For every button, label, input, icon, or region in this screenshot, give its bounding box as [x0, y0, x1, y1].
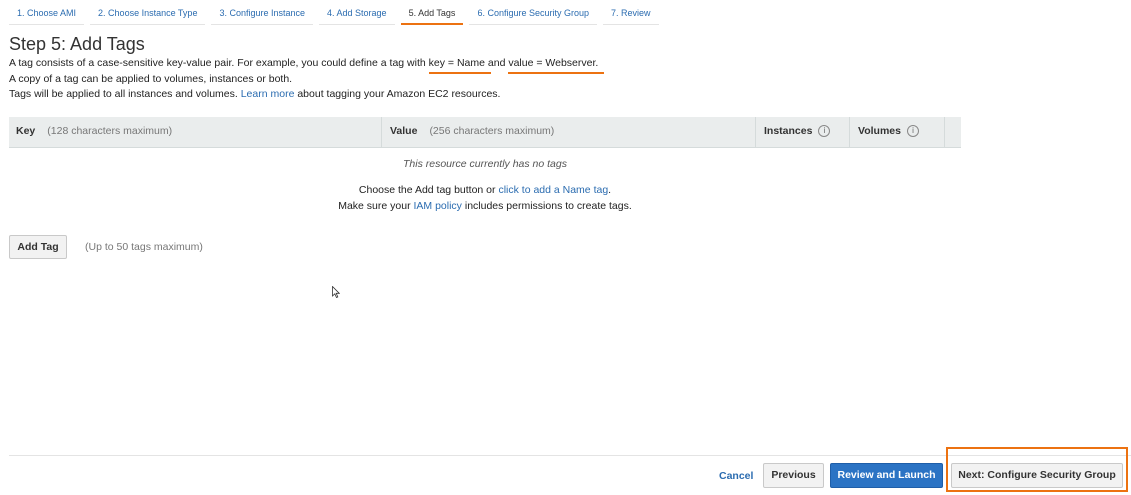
value-column-header: Value (256 characters maximum) [381, 117, 554, 147]
key-column-header: Key (128 characters maximum) [16, 117, 172, 147]
empty-state-title: This resource currently has no tags [403, 158, 567, 170]
instances-column-header: Instances i [755, 117, 831, 147]
empty-state-line: Choose the Add tag button or click to ad… [9, 184, 961, 196]
desc-text: about tagging your Amazon EC2 resources. [294, 88, 501, 100]
step-add-tags[interactable]: 5. Add Tags [400, 0, 464, 25]
step-choose-ami[interactable]: 1. Choose AMI [9, 0, 85, 25]
step-add-storage[interactable]: 4. Add Storage [319, 0, 395, 25]
add-name-tag-link[interactable]: click to add a Name tag [498, 184, 608, 196]
desc-text: and [484, 57, 509, 69]
step-review[interactable]: 7. Review [603, 0, 659, 25]
add-tag-hint: (Up to 50 tags maximum) [85, 241, 203, 253]
volumes-column-header: Volumes i [849, 117, 919, 147]
desc-key-example: key = Name [428, 57, 485, 69]
desc-text: A tag consists of a case-sensitive key-v… [9, 57, 429, 69]
review-and-launch-button[interactable]: Review and Launch [830, 463, 943, 488]
tags-table-header: Key (128 characters maximum) Value (256 ch… [9, 117, 961, 148]
page-description: A tag consists of a case-sensitive key-v… [9, 56, 598, 103]
empty-state-text: Choose the Add tag button or [358, 184, 499, 196]
iam-policy-link[interactable]: IAM policy [414, 200, 462, 212]
empty-state-text: includes permissions to create tags. [461, 200, 632, 212]
empty-state-text: Make sure your [338, 200, 414, 212]
key-header-label: Key [16, 125, 36, 137]
key-header-hint: (128 characters maximum) [47, 125, 173, 137]
learn-more-link[interactable]: Learn more [241, 88, 295, 100]
volumes-header-label: Volumes [858, 125, 901, 137]
cancel-link[interactable]: Cancel [719, 470, 753, 482]
empty-state-text: . [608, 184, 612, 196]
info-icon[interactable]: i [818, 125, 831, 138]
page-title: Step 5: Add Tags [9, 34, 145, 54]
desc-value-example: value = Webserver. [508, 57, 599, 69]
step-configure-instance[interactable]: 3. Configure Instance [211, 0, 314, 25]
previous-button[interactable]: Previous [763, 463, 824, 488]
wizard-steps: 1. Choose AMI 2. Choose Instance Type 3.… [9, 0, 665, 25]
info-icon[interactable]: i [906, 125, 919, 138]
step-choose-instance-type[interactable]: 2. Choose Instance Type [90, 0, 206, 25]
column-divider [944, 117, 945, 147]
empty-state-line: Make sure your IAM policy includes permi… [9, 200, 961, 212]
next-button-highlight [946, 447, 1128, 492]
value-header-label: Value [390, 125, 418, 137]
instances-header-label: Instances [764, 125, 813, 137]
desc-text: Tags will be applied to all instances an… [9, 88, 241, 100]
value-header-hint: (256 characters maximum) [429, 125, 555, 137]
mouse-pointer-icon [332, 286, 340, 298]
step-configure-security-group[interactable]: 6. Configure Security Group [469, 0, 597, 25]
add-tag-button[interactable]: Add Tag [9, 235, 67, 259]
